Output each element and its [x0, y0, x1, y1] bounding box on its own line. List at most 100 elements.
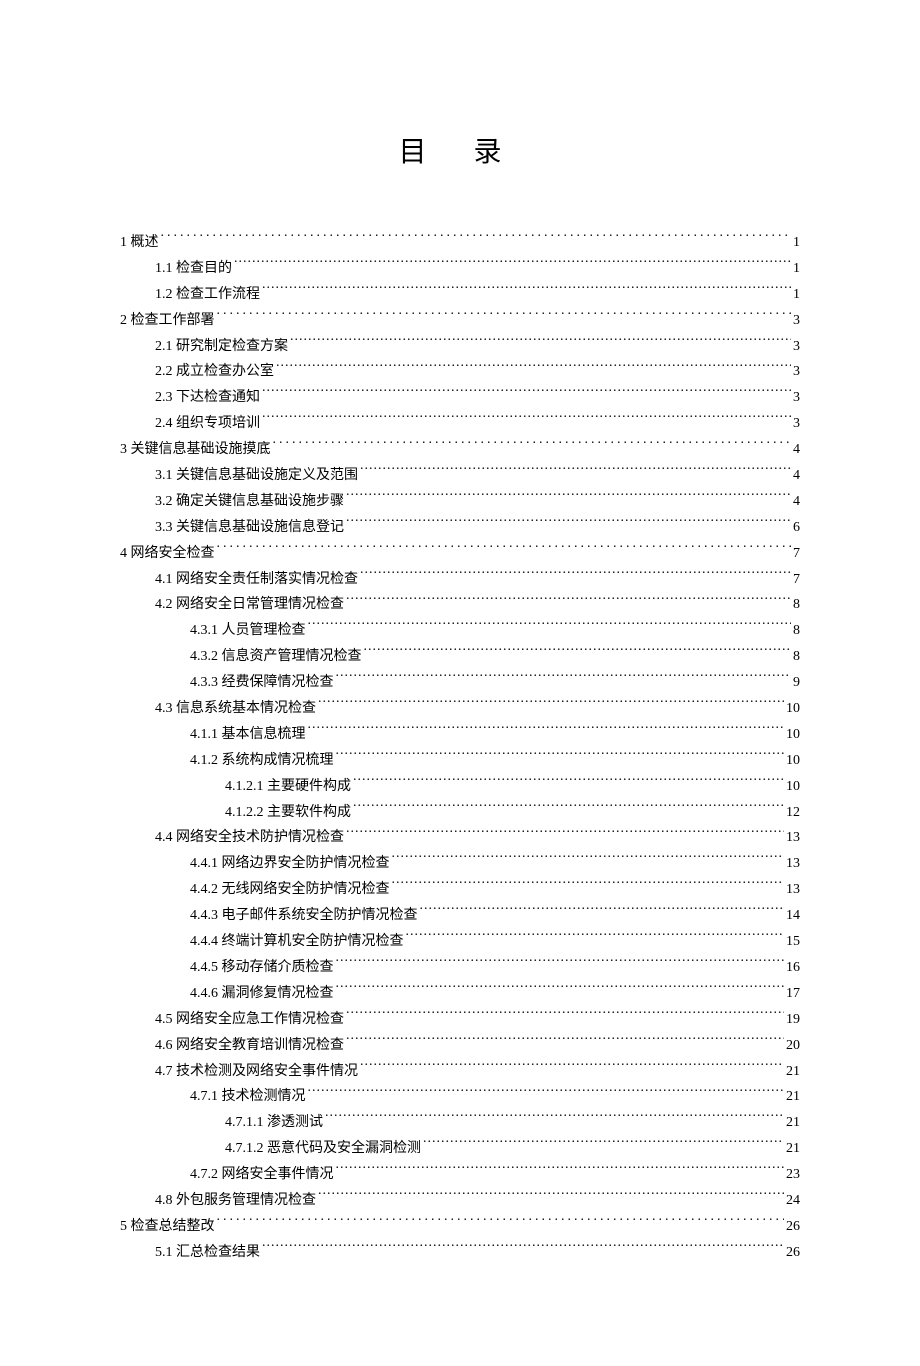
toc-entry: 4.1.1 基本信息梳理10 [120, 722, 800, 748]
toc-leader-dots [262, 1242, 784, 1256]
toc-entry: 4.7.1.2 恶意代码及安全漏洞检测21 [120, 1136, 800, 1162]
toc-entry-page: 19 [786, 1007, 800, 1033]
toc-entry-page: 4 [793, 489, 800, 515]
toc-entry: 3.1 关键信息基础设施定义及范围 4 [120, 463, 800, 489]
toc-entry-page: 16 [786, 955, 800, 981]
toc-entry-label: 4.7.1.1 渗透测试 [225, 1110, 323, 1136]
toc-entry-label: 4.2 网络安全日常管理情况检查 [155, 592, 344, 618]
toc-leader-dots [325, 1112, 784, 1126]
toc-leader-dots [262, 387, 791, 401]
toc-leader-dots [308, 724, 785, 738]
toc-leader-dots [336, 983, 785, 997]
toc-entry: 5.1 汇总检查结果26 [120, 1240, 800, 1266]
toc-leader-dots [360, 1061, 784, 1075]
toc-entry-label: 4.7.1 技术检测情况 [190, 1084, 306, 1110]
toc-leader-dots [262, 284, 791, 298]
toc-entry-label: 4.3.3 经费保障情况检查 [190, 670, 334, 696]
toc-entry-page: 26 [786, 1214, 800, 1240]
toc-entry-page: 26 [786, 1240, 800, 1266]
toc-leader-dots [318, 1190, 784, 1204]
toc-entry-page: 8 [793, 644, 800, 670]
toc-list: 1 概述11.1 检查目的11.2 检查工作流程12 检查工作部署32.1 研究… [120, 230, 800, 1266]
toc-entry-page: 4 [793, 463, 800, 489]
toc-entry-page: 10 [786, 696, 800, 722]
toc-entry-label: 4.1.2.2 主要软件构成 [225, 800, 351, 826]
toc-entry-page: 14 [786, 903, 800, 929]
toc-entry-label: 4.3.1 人员管理检查 [190, 618, 306, 644]
toc-entry-label: 4.5 网络安全应急工作情况检查 [155, 1007, 344, 1033]
toc-leader-dots [420, 905, 785, 919]
toc-entry-page: 13 [786, 877, 800, 903]
toc-entry-page: 21 [786, 1136, 800, 1162]
toc-entry-page: 3 [793, 359, 800, 385]
toc-entry: 4 网络安全检查7 [120, 541, 800, 567]
toc-leader-dots [423, 1138, 784, 1152]
toc-entry-page: 3 [793, 385, 800, 411]
toc-entry-label: 4.4.1 网络边界安全防护情况检查 [190, 851, 390, 877]
toc-title: 目 录 [120, 130, 800, 170]
toc-entry-page: 17 [786, 981, 800, 1007]
toc-entry-page: 20 [786, 1033, 800, 1059]
toc-leader-dots [217, 310, 792, 324]
toc-entry: 4.3 信息系统基本情况检查 10 [120, 696, 800, 722]
toc-entry: 4.4.4 终端计算机安全防护情况检查 15 [120, 929, 800, 955]
toc-entry-page: 6 [793, 515, 800, 541]
toc-entry: 4.4.2 无线网络安全防护情况检查13 [120, 877, 800, 903]
toc-leader-dots [336, 1164, 785, 1178]
toc-entry-page: 1 [793, 230, 800, 256]
toc-leader-dots [318, 698, 784, 712]
toc-entry-page: 10 [786, 774, 800, 800]
toc-entry-label: 4.4 网络安全技术防护情况检查 [155, 825, 344, 851]
toc-leader-dots [273, 439, 792, 453]
toc-leader-dots [234, 258, 791, 272]
toc-entry: 4.4.3 电子邮件系统安全防护情况检查14 [120, 903, 800, 929]
toc-entry: 2.1 研究制定检查方案3 [120, 334, 800, 360]
toc-entry-label: 4.4.6 漏洞修复情况检查 [190, 981, 334, 1007]
toc-entry-page: 21 [786, 1110, 800, 1136]
toc-leader-dots [346, 1035, 784, 1049]
toc-leader-dots [336, 750, 785, 764]
toc-entry: 4.4.1 网络边界安全防护情况检查13 [120, 851, 800, 877]
toc-entry-label: 4.7.2 网络安全事件情况 [190, 1162, 334, 1188]
toc-entry-label: 4.3 信息系统基本情况检查 [155, 696, 316, 722]
toc-entry-label: 3 关键信息基础设施摸底 [120, 437, 271, 463]
toc-entry-page: 23 [786, 1162, 800, 1188]
toc-entry: 4.2 网络安全日常管理情况检查 8 [120, 592, 800, 618]
toc-entry-page: 21 [786, 1059, 800, 1085]
toc-leader-dots [360, 465, 791, 479]
toc-entry: 4.3.3 经费保障情况检查9 [120, 670, 800, 696]
toc-leader-dots [346, 594, 791, 608]
toc-leader-dots [353, 776, 784, 790]
toc-entry: 4.1.2.1 主要硬件构成10 [120, 774, 800, 800]
toc-entry: 4.5 网络安全应急工作情况检查 19 [120, 1007, 800, 1033]
toc-leader-dots [392, 879, 785, 893]
toc-entry-label: 2.2 成立检查办公室 [155, 359, 274, 385]
toc-entry: 4.7.1 技术检测情况 21 [120, 1084, 800, 1110]
toc-entry-page: 13 [786, 825, 800, 851]
toc-entry-page: 3 [793, 308, 800, 334]
toc-entry-label: 4.4.4 终端计算机安全防护情况检查 [190, 929, 404, 955]
toc-entry: 4.4 网络安全技术防护情况检查 13 [120, 825, 800, 851]
toc-entry: 2.2 成立检查办公室 3 [120, 359, 800, 385]
toc-entry: 3 关键信息基础设施摸底 4 [120, 437, 800, 463]
toc-entry: 4.1 网络安全责任制落实情况检查7 [120, 567, 800, 593]
toc-entry: 1 概述1 [120, 230, 800, 256]
toc-entry-page: 1 [793, 282, 800, 308]
toc-leader-dots [217, 543, 792, 557]
toc-entry-page: 8 [793, 618, 800, 644]
toc-entry-page: 4 [793, 437, 800, 463]
toc-entry: 4.4.6 漏洞修复情况检查 17 [120, 981, 800, 1007]
toc-leader-dots [276, 361, 791, 375]
toc-entry-label: 4.6 网络安全教育培训情况检查 [155, 1033, 344, 1059]
toc-entry-label: 3.1 关键信息基础设施定义及范围 [155, 463, 358, 489]
toc-entry-label: 2.4 组织专项培训 [155, 411, 260, 437]
toc-entry-page: 8 [793, 592, 800, 618]
toc-leader-dots [308, 1086, 785, 1100]
toc-entry: 4.8 外包服务管理情况检查24 [120, 1188, 800, 1214]
toc-entry-page: 15 [786, 929, 800, 955]
toc-entry: 2.4 组织专项培训3 [120, 411, 800, 437]
toc-leader-dots [346, 827, 784, 841]
toc-entry-page: 21 [786, 1084, 800, 1110]
toc-entry: 4.7 技术检测及网络安全事件情况21 [120, 1059, 800, 1085]
toc-leader-dots [364, 646, 792, 660]
